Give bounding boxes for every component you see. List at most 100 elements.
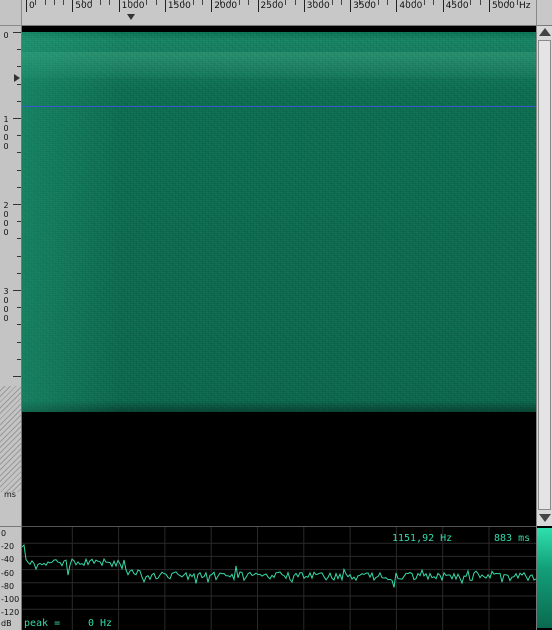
frequency-minor-tick — [498, 0, 500, 5]
frequency-tick — [303, 0, 305, 12]
frequency-minor-tick — [155, 0, 157, 5]
frequency-ruler[interactable]: 0 500 1000 1500 2000 2500 3000 3500 4000 4500 5000… — [22, 0, 536, 26]
frequency-minor-tick — [44, 0, 46, 5]
level-meter — [536, 526, 552, 630]
frequency-minor-tick — [81, 0, 83, 5]
frequency-minor-tick — [183, 0, 185, 5]
frequency-minor-tick — [405, 0, 407, 5]
time-tick — [17, 152, 21, 153]
frequency-minor-tick — [201, 0, 203, 5]
frequency-minor-tick — [285, 0, 287, 5]
time-tick — [13, 204, 21, 205]
time-tick — [17, 238, 21, 239]
peak-label: peak = — [24, 618, 61, 629]
frequency-tick-label: 0 — [29, 1, 35, 11]
time-tick — [17, 135, 21, 136]
time-unit-label: ms — [4, 490, 16, 499]
peak-value: 0 Hz — [88, 618, 113, 629]
spectrum-panel[interactable]: 1151,92 Hz 883 ms peak = 0 Hz — [22, 526, 536, 630]
scrollbar-thumb[interactable] — [538, 40, 551, 510]
frequency-tick — [72, 0, 74, 12]
frequency-minor-tick — [479, 0, 481, 5]
frequency-minor-tick — [35, 0, 37, 5]
frequency-minor-tick — [127, 0, 129, 5]
scroll-up-arrow-icon[interactable] — [539, 28, 551, 36]
time-tick-label: 0 — [3, 314, 9, 323]
db-tick-label: -20 — [1, 542, 15, 552]
time-tick-label: 0 — [3, 31, 9, 40]
frequency-tick-label: 2500 — [260, 1, 284, 11]
time-tick-label: 1 — [3, 115, 9, 124]
time-tick — [17, 66, 21, 67]
time-cursor-line[interactable] — [22, 106, 536, 107]
time-tick — [17, 256, 21, 257]
frequency-minor-tick — [238, 0, 240, 5]
time-ruler-empty-region — [0, 386, 21, 492]
frequency-tick-label: 3500 — [353, 1, 376, 11]
frequency-minor-tick — [470, 0, 472, 5]
frequency-tick — [257, 0, 259, 12]
time-tick — [13, 32, 21, 33]
frequency-minor-tick — [100, 0, 102, 5]
frequency-minor-tick — [266, 0, 268, 5]
frequency-minor-tick — [192, 0, 194, 5]
time-tick — [17, 221, 21, 222]
frequency-cursor-marker[interactable] — [127, 14, 135, 20]
time-tick-label: 2 — [3, 201, 9, 210]
frequency-minor-tick — [424, 0, 426, 5]
frequency-minor-tick — [53, 0, 55, 5]
frequency-minor-tick — [461, 0, 463, 5]
time-tick-label: 0 — [3, 305, 9, 314]
frequency-minor-tick — [377, 0, 379, 5]
ruler-corner-right — [536, 0, 552, 26]
frequency-minor-tick — [63, 0, 65, 5]
spectrum-trace — [22, 543, 536, 588]
frequency-minor-tick — [331, 0, 333, 5]
db-unit-label: dB — [1, 619, 12, 628]
spectrogram-low-freq-region — [22, 32, 122, 412]
frequency-minor-tick — [507, 0, 509, 5]
frequency-minor-tick — [229, 0, 231, 5]
frequency-minor-tick — [368, 0, 370, 5]
frequency-minor-tick — [248, 0, 250, 5]
time-tick — [17, 101, 21, 102]
frequency-minor-tick — [414, 0, 416, 5]
time-tick — [13, 376, 21, 377]
ruler-corner — [0, 0, 22, 26]
frequency-tick — [350, 0, 352, 12]
time-tick — [17, 342, 21, 343]
db-tick-label: -100 — [1, 595, 20, 604]
time-tick-label: 0 — [3, 296, 9, 305]
frequency-tick — [26, 0, 27, 12]
cursor-time-readout: 883 ms — [494, 533, 531, 544]
frequency-minor-tick — [433, 0, 435, 5]
time-tick — [17, 84, 21, 85]
time-cursor-marker[interactable] — [14, 74, 20, 82]
frequency-minor-tick — [313, 0, 315, 5]
scroll-down-arrow-icon[interactable] — [539, 514, 551, 522]
cursor-frequency-readout: 1151,92 Hz — [392, 533, 453, 544]
frequency-tick — [164, 0, 166, 12]
spectrogram-view[interactable] — [22, 26, 536, 526]
db-ruler: 0 -20 -40 -60 -80 -100 -120 dB — [0, 526, 22, 630]
time-tick — [17, 49, 21, 50]
time-tick-label: 0 — [3, 210, 9, 219]
time-tick — [17, 170, 21, 171]
frequency-tick — [396, 0, 398, 12]
frequency-tick-label: 1000 — [121, 1, 145, 11]
frequency-tick-label: 5000 — [492, 1, 515, 11]
frequency-tick-label: 4500 — [445, 1, 469, 11]
time-tick — [17, 324, 21, 325]
frequency-minor-tick — [174, 0, 176, 5]
time-tick-label: 0 — [3, 142, 9, 151]
time-tick-label: 0 — [3, 124, 9, 133]
time-tick — [13, 118, 21, 119]
frequency-minor-tick — [294, 0, 296, 5]
frequency-minor-tick — [359, 0, 361, 5]
frequency-tick-label: 4000 — [399, 1, 423, 11]
vertical-scrollbar[interactable] — [536, 26, 552, 526]
time-tick — [13, 290, 21, 291]
frequency-tick-label: 1500 — [167, 1, 191, 11]
level-meter-fill — [537, 528, 552, 628]
frequency-minor-tick — [109, 0, 111, 5]
